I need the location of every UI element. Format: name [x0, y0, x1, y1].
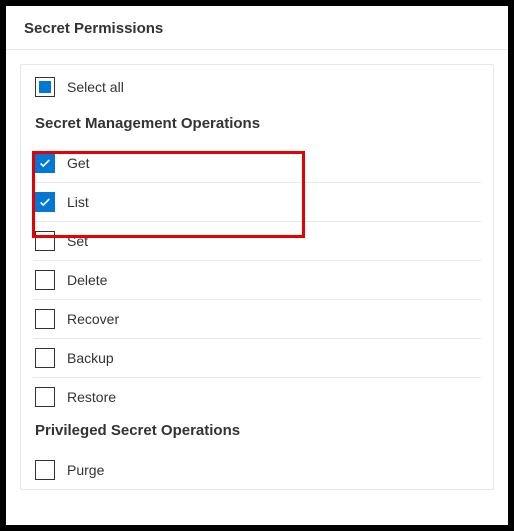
permissions-panel: Secret Permissions Select all Secret Man… — [6, 6, 508, 525]
checkbox-purge[interactable] — [35, 460, 55, 480]
checkbox-backup[interactable] — [35, 348, 55, 368]
permission-item-backup[interactable]: Backup — [33, 339, 481, 378]
panel-title: Secret Permissions — [24, 20, 490, 37]
panel-content: Select all Secret Management Operations … — [6, 50, 508, 490]
permission-label: Purge — [67, 462, 104, 478]
checkbox-set[interactable] — [35, 231, 55, 251]
checkbox-recover[interactable] — [35, 309, 55, 329]
select-all-checkbox[interactable] — [35, 77, 55, 97]
permission-item-recover[interactable]: Recover — [33, 300, 481, 339]
permissions-card: Select all Secret Management Operations … — [20, 64, 494, 490]
panel-header: Secret Permissions — [6, 6, 508, 50]
checkbox-list[interactable] — [35, 192, 55, 212]
checkbox-restore[interactable] — [35, 387, 55, 407]
checkmark-icon — [38, 156, 52, 170]
permission-item-delete[interactable]: Delete — [33, 261, 481, 300]
checkbox-get[interactable] — [35, 153, 55, 173]
privileged-items: Purge — [33, 451, 481, 489]
permission-label: Get — [67, 155, 90, 171]
select-all-label: Select all — [67, 79, 124, 95]
select-all-row[interactable]: Select all — [33, 77, 481, 97]
permission-item-purge[interactable]: Purge — [33, 451, 481, 489]
section-title-management: Secret Management Operations — [35, 115, 481, 132]
checkmark-icon — [38, 195, 52, 209]
permission-item-list[interactable]: List — [33, 183, 481, 222]
permission-label: List — [67, 194, 89, 210]
permission-item-restore[interactable]: Restore — [33, 378, 481, 416]
permission-label: Backup — [67, 350, 114, 366]
permission-item-set[interactable]: Set — [33, 222, 481, 261]
checkbox-delete[interactable] — [35, 270, 55, 290]
section-title-privileged: Privileged Secret Operations — [35, 422, 481, 439]
permission-label: Recover — [67, 311, 119, 327]
permission-label: Set — [67, 233, 88, 249]
permission-item-get[interactable]: Get — [33, 144, 481, 183]
permission-label: Delete — [67, 272, 107, 288]
management-items: Get List Set — [33, 144, 481, 416]
permission-label: Restore — [67, 389, 116, 405]
